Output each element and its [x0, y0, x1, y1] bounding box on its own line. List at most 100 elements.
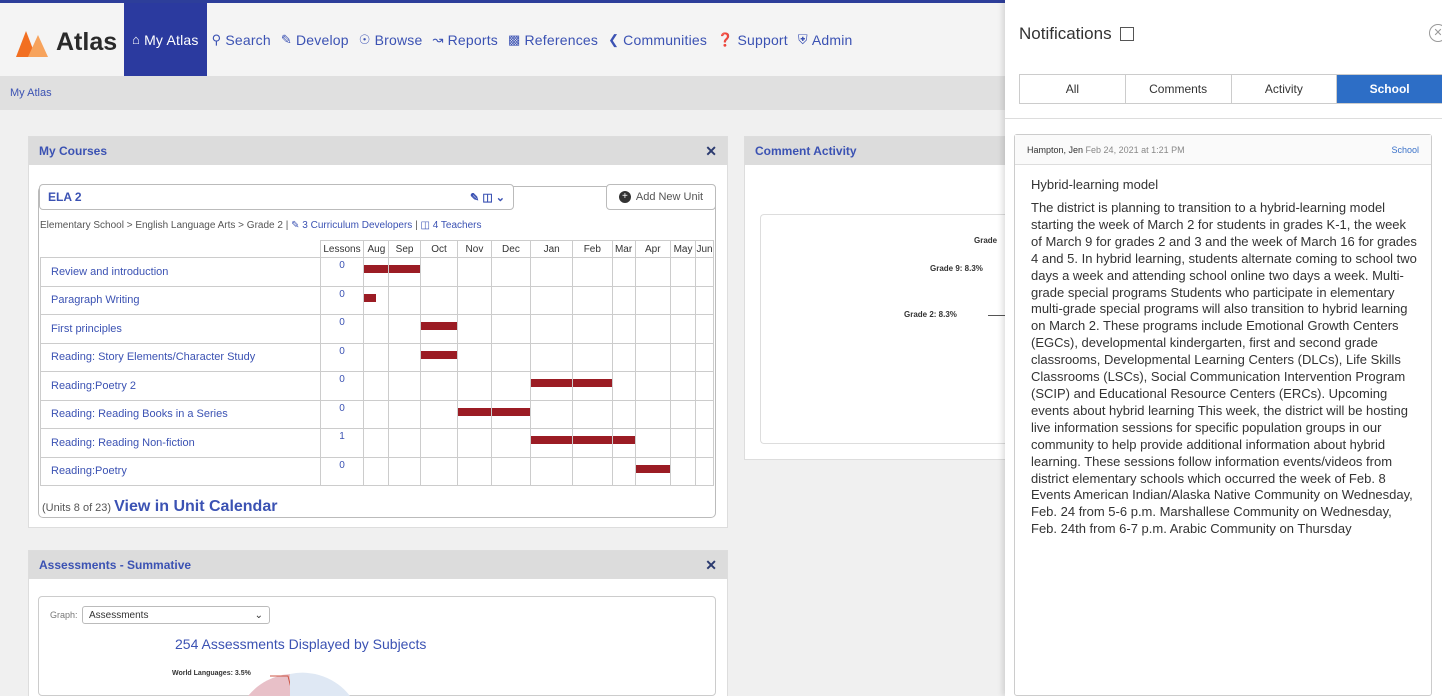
panel-title: My Courses — [39, 144, 108, 158]
view-unit-calendar-link[interactable]: View in Unit Calendar — [114, 498, 277, 515]
unit-bar[interactable] — [389, 265, 420, 273]
unit-link[interactable]: Reading: Reading Non-fiction — [40, 428, 321, 458]
month-cell — [695, 456, 714, 486]
month-header-jun: Jun — [695, 240, 714, 258]
unit-timeline-table: Lessons Aug Sep Oct Nov Dec Jan Feb Mar Apr May Jun… — [40, 240, 714, 486]
tab-comments[interactable]: Comments — [1126, 75, 1232, 103]
unit-bar[interactable] — [572, 436, 612, 444]
comment-icon[interactable]: ◫ — [482, 192, 492, 204]
chevron-down-icon: ⌄ — [254, 609, 263, 621]
month-cell — [490, 456, 532, 486]
notification-tag[interactable]: School — [1391, 145, 1419, 155]
month-cell — [634, 399, 672, 429]
tab-school[interactable]: School — [1337, 75, 1442, 103]
month-cell — [490, 285, 532, 315]
tab-all[interactable]: All — [1020, 75, 1126, 103]
unit-link[interactable]: Reading:Poetry 2 — [40, 371, 321, 401]
month-cell — [419, 371, 459, 401]
month-cell — [490, 257, 532, 287]
edit-icon[interactable]: ✎ — [470, 192, 479, 204]
nav-label: Admin — [811, 31, 853, 48]
unit-bar[interactable] — [531, 436, 572, 444]
month-cell — [571, 456, 613, 486]
nav-search[interactable]: ⚲ Search — [207, 3, 276, 76]
unit-link[interactable]: First principles — [40, 314, 321, 344]
author[interactable]: Hampton, Jen — [1027, 145, 1083, 155]
month-header-dec: Dec — [490, 240, 532, 258]
timeline-body: Review and introduction 0 Paragraph Writin… — [40, 257, 714, 486]
month-cell — [363, 399, 390, 429]
panel-header: My Courses ✕ — [29, 137, 727, 165]
nav-support[interactable]: ❓ Support — [712, 3, 793, 76]
unit-bar[interactable] — [612, 436, 635, 444]
course-select[interactable]: ELA 2 ✎ ◫ ⌄ — [39, 184, 514, 210]
unit-bar[interactable] — [531, 379, 572, 387]
graph-select[interactable]: Assessments ⌄ — [82, 606, 270, 624]
course-name: ELA 2 — [48, 190, 82, 204]
lesson-count: 0 — [319, 399, 365, 429]
unit-link[interactable]: Reading: Story Elements/Character Study — [40, 342, 321, 372]
developers-link[interactable]: 3 Curriculum Developers — [302, 220, 412, 231]
unit-link[interactable]: Review and introduction — [40, 257, 321, 287]
month-cell — [571, 314, 613, 344]
month-cell — [490, 342, 532, 372]
help-icon: ❓ — [717, 31, 734, 47]
timeline-header: Lessons Aug Sep Oct Nov Dec Jan Feb Mar Apr May Jun — [40, 240, 714, 258]
graph-select-value: Assessments — [89, 609, 149, 621]
unit-bar[interactable] — [458, 407, 491, 416]
month-cell — [388, 428, 421, 458]
unit-link[interactable]: Reading:Poetry — [40, 456, 321, 486]
notification-card[interactable]: Hampton, Jen Feb 24, 2021 at 1:21 PM Sch… — [1014, 134, 1432, 696]
nav-admin[interactable]: ⛨ Admin — [793, 3, 858, 76]
month-cell — [530, 342, 573, 372]
external-link-icon[interactable] — [1119, 27, 1134, 41]
unit-bar[interactable] — [635, 464, 671, 473]
teachers-link[interactable]: 4 Teachers — [433, 220, 482, 231]
unit-link[interactable]: Paragraph Writing — [40, 285, 321, 315]
month-cell — [419, 428, 459, 458]
unit-bar[interactable] — [572, 379, 612, 387]
month-cell — [388, 399, 421, 429]
timeline-row: First principles 0 — [40, 314, 714, 344]
add-new-unit-button[interactable]: + Add New Unit — [606, 184, 716, 210]
lessons-column-header: Lessons — [319, 240, 365, 258]
breadcrumb[interactable]: My Atlas — [10, 87, 52, 99]
chevron-down-icon[interactable]: ⌄ — [496, 192, 505, 204]
unit-bar[interactable] — [491, 407, 531, 416]
atlas-logo-icon — [16, 27, 50, 57]
notifications-header: Notifications — [1019, 24, 1134, 44]
unit-bar[interactable] — [364, 293, 377, 302]
book-icon: ▩ — [508, 31, 521, 47]
month-cell — [419, 314, 459, 344]
month-cell — [695, 257, 714, 287]
unit-bar[interactable] — [420, 350, 458, 359]
tab-activity[interactable]: Activity — [1232, 75, 1338, 103]
nav-my-atlas[interactable]: ⌂ My Atlas — [124, 3, 207, 76]
atlas-logo[interactable]: Atlas — [16, 27, 117, 57]
nav-reports[interactable]: ↝ Reports — [427, 3, 503, 76]
nav-references[interactable]: ▩ References — [503, 3, 603, 76]
nav-label: References — [524, 31, 599, 48]
nav-communities[interactable]: ❮ Communities — [603, 3, 712, 76]
teachers-icon: ◫ — [420, 220, 430, 231]
home-icon: ⌂ — [132, 32, 141, 47]
month-cell — [419, 342, 459, 372]
separator: | — [415, 220, 418, 231]
month-cell — [457, 285, 492, 315]
unit-link[interactable]: Reading: Reading Books in a Series — [40, 399, 321, 429]
month-header-sep: Sep — [388, 240, 421, 258]
month-cell — [419, 285, 459, 315]
month-cell — [670, 371, 697, 401]
month-cell — [363, 371, 390, 401]
nav-browse[interactable]: ☉ Browse — [354, 3, 428, 76]
panel-header: Assessments - Summative ✕ — [29, 551, 727, 579]
close-icon[interactable]: ✕ — [1429, 24, 1442, 42]
month-cell — [388, 371, 421, 401]
close-icon[interactable]: ✕ — [705, 143, 717, 160]
close-icon[interactable]: ✕ — [705, 557, 717, 574]
unit-bar[interactable] — [364, 265, 389, 273]
nav-develop[interactable]: ✎ Develop — [276, 3, 354, 76]
month-cell — [695, 399, 714, 429]
unit-bar[interactable] — [420, 322, 458, 330]
course-hierarchy: Elementary School > English Language Art… — [40, 220, 289, 231]
